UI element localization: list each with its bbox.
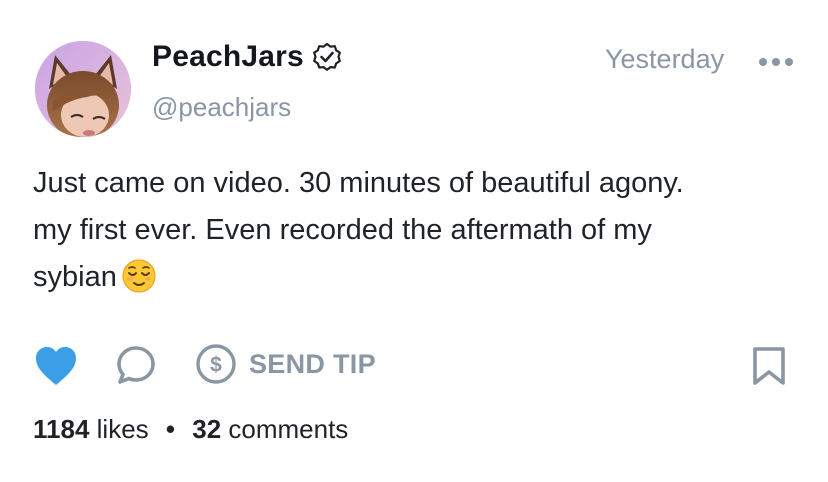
dollar-circle-icon: $	[196, 344, 236, 384]
avatar[interactable]	[35, 41, 131, 137]
svg-text:$: $	[210, 354, 222, 377]
likes-label[interactable]: likes	[97, 414, 149, 444]
post-stats: 1184 likes • 32 comments	[33, 414, 348, 445]
relieved-face-icon	[122, 259, 156, 293]
send-tip-button[interactable]: $ SEND TIP	[195, 342, 376, 386]
bookmark-icon[interactable]	[751, 345, 787, 387]
user-handle[interactable]: @peachjars	[152, 92, 291, 123]
post-text-line-last: sybian	[33, 254, 803, 301]
post-text-line: Just came on video. 30 minutes of beauti…	[33, 167, 684, 199]
comments-count[interactable]: 32	[192, 414, 221, 444]
stats-separator: •	[165, 414, 175, 444]
send-tip-label: SEND TIP	[249, 348, 376, 379]
comment-icon[interactable]	[115, 344, 157, 386]
comments-label[interactable]: comments	[228, 414, 348, 444]
likes-count[interactable]: 1184	[33, 414, 89, 444]
post-text-line: sybian	[33, 261, 117, 293]
more-options-icon[interactable]	[756, 52, 796, 72]
post-body: Just came on video. 30 minutes of beauti…	[33, 160, 803, 301]
post-card: PeachJars @peachjars Yesterday Just came…	[0, 0, 828, 482]
username-row[interactable]: PeachJars	[152, 40, 342, 74]
username[interactable]: PeachJars	[152, 40, 304, 74]
post-timestamp: Yesterday	[605, 44, 725, 74]
post-text-line: my first ever. Even recorded the afterma…	[33, 214, 652, 246]
verified-badge-icon	[313, 42, 341, 71]
heart-icon[interactable]	[34, 345, 78, 387]
